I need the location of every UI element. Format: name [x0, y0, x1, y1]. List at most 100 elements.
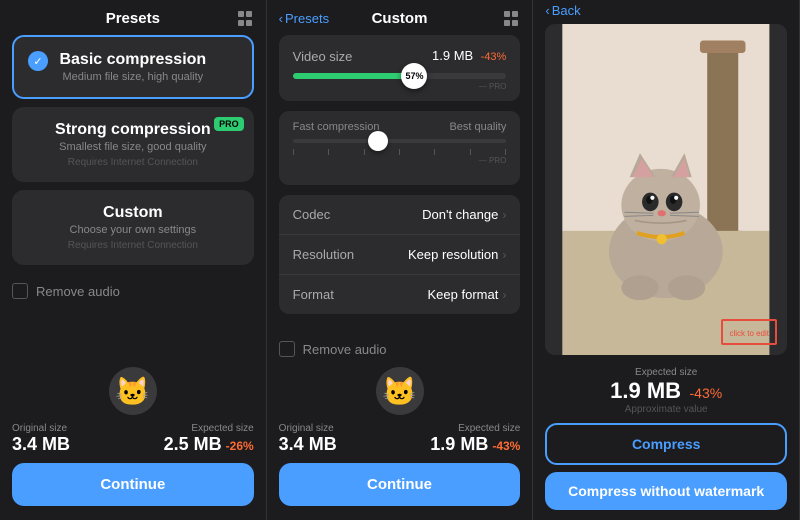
- back-btn-3[interactable]: ‹ Back: [545, 3, 580, 18]
- panel2-title: Custom: [372, 10, 428, 27]
- quality-slider-group: Fast compression Best quality — PRO: [279, 111, 521, 185]
- remove-audio-label-2: Remove audio: [303, 342, 387, 357]
- panel-custom: ‹ Presets Custom Video size 1.9 MB -43%: [267, 0, 534, 520]
- resolution-value: Keep resolution: [408, 247, 498, 262]
- video-size-value-group: 1.9 MB -43%: [432, 47, 506, 65]
- resolution-chevron-icon: ›: [502, 248, 506, 262]
- slider-thumb-label: 57%: [405, 71, 423, 81]
- strong-title: Strong compression: [28, 121, 238, 139]
- codec-resolution-format-group: Codec Don't change › Resolution Keep res…: [279, 195, 521, 314]
- original-value-2: 3.4 MB: [279, 434, 337, 455]
- custom-title: Custom: [28, 204, 238, 222]
- avatar-1: 🐱: [109, 367, 157, 415]
- avatar-wrap-1: 🐱: [12, 367, 254, 415]
- custom-requires: Requires Internet Connection: [28, 240, 238, 251]
- codec-row[interactable]: Codec Don't change ›: [279, 195, 521, 235]
- video-size-group: Video size 1.9 MB -43% 57% — PRO: [279, 35, 521, 101]
- pro-badge: PRO: [214, 117, 244, 131]
- expected-label-3: Expected size: [545, 367, 787, 378]
- strong-requires: Requires Internet Connection: [28, 157, 238, 168]
- expected-size-section: Expected size 1.9 MB -43% Approximate va…: [545, 361, 787, 423]
- size-row-2: Original size 3.4 MB Expected size 1.9 M…: [279, 423, 521, 455]
- basic-subtitle: Medium file size, high quality: [30, 71, 236, 83]
- expected-label-1: Expected size: [164, 423, 254, 434]
- panel1-header: Presets: [12, 0, 254, 35]
- codec-label: Codec: [293, 207, 331, 222]
- remove-audio-checkbox-1[interactable]: [12, 283, 28, 299]
- preview-image-wrap: click to edit: [545, 24, 787, 355]
- remove-audio-checkbox-2[interactable]: [279, 341, 295, 357]
- codec-chevron-icon: ›: [502, 208, 506, 222]
- original-value-1: 3.4 MB: [12, 434, 70, 455]
- format-value: Keep format: [428, 287, 499, 302]
- quality-label-left: Fast compression: [293, 121, 380, 133]
- format-row[interactable]: Format Keep format ›: [279, 275, 521, 314]
- quality-label-right: Best quality: [449, 121, 506, 133]
- grid-icon-2[interactable]: [504, 11, 520, 27]
- expected-size-group-1: Expected size 2.5 MB-26%: [164, 423, 254, 455]
- custom-subtitle: Choose your own settings: [28, 224, 238, 236]
- remove-audio-label-1: Remove audio: [36, 284, 120, 299]
- original-size-group-1: Original size 3.4 MB: [12, 423, 70, 455]
- strong-compression-card[interactable]: PRO Strong compression Smallest file siz…: [12, 107, 254, 182]
- expected-change-3: -43%: [690, 385, 723, 401]
- grid-icon-1[interactable]: [238, 11, 254, 27]
- quality-track: [293, 139, 507, 143]
- video-size-value: 1.9 MB: [432, 48, 473, 63]
- basic-compression-card[interactable]: Basic compression Medium file size, high…: [12, 35, 254, 99]
- expected-value-3: 1.9 MB: [610, 378, 681, 403]
- pro-marker-1: — PRO: [479, 82, 507, 91]
- custom-card[interactable]: Custom Choose your own settings Requires…: [12, 190, 254, 265]
- continue-btn-2[interactable]: Continue: [279, 463, 521, 506]
- cat-emoji-2: 🐱: [382, 375, 417, 408]
- resolution-value-group: Keep resolution ›: [408, 247, 506, 262]
- video-size-row: Video size 1.9 MB -43% 57% — PRO: [279, 35, 521, 101]
- panel1-title: Presets: [106, 10, 160, 27]
- pro-marker-2: — PRO: [479, 156, 507, 165]
- basic-title: Basic compression: [30, 51, 236, 69]
- quality-labels: Fast compression Best quality: [293, 121, 507, 133]
- compress-button[interactable]: Compress: [545, 423, 787, 465]
- panel2-header: ‹ Presets Custom: [279, 0, 521, 35]
- original-label-2: Original size: [279, 423, 337, 434]
- expected-value-1: 2.5 MB-26%: [164, 434, 254, 455]
- avatar-wrap-2: 🐱: [279, 367, 521, 415]
- expected-value-2: 1.9 MB-43%: [430, 434, 520, 455]
- remove-audio-row-1: Remove audio: [12, 273, 254, 309]
- quality-thumb[interactable]: [368, 131, 388, 151]
- remove-audio-row-2: Remove audio: [279, 331, 521, 367]
- resolution-label: Resolution: [293, 247, 354, 262]
- resolution-row[interactable]: Resolution Keep resolution ›: [279, 235, 521, 275]
- expected-change-1: -26%: [226, 439, 254, 453]
- compress-no-watermark-button[interactable]: Compress without watermark: [545, 472, 787, 510]
- approx-label: Approximate value: [545, 404, 787, 415]
- quality-slider-section: Fast compression Best quality — PRO: [279, 111, 521, 185]
- quality-ticks: [293, 149, 507, 155]
- video-size-slider-thumb[interactable]: 57%: [401, 63, 427, 89]
- original-label-1: Original size: [12, 423, 70, 434]
- panel-presets: Presets Basic compression Medium file si…: [0, 0, 267, 520]
- image-label-box: click to edit: [721, 319, 777, 345]
- video-size-change: -43%: [481, 51, 507, 63]
- size-row-1: Original size 3.4 MB Expected size 2.5 M…: [12, 423, 254, 455]
- settings-section: Video size 1.9 MB -43% 57% — PRO: [279, 35, 521, 331]
- panel2-bottom: 🐱 Original size 3.4 MB Expected size 1.9…: [279, 367, 521, 520]
- original-size-group-2: Original size 3.4 MB: [279, 423, 337, 455]
- codec-value: Don't change: [422, 207, 498, 222]
- chevron-left-icon-2: ‹: [279, 11, 283, 26]
- format-label: Format: [293, 287, 334, 302]
- video-size-slider-track: 57%: [293, 73, 507, 79]
- cat-emoji-1: 🐱: [115, 375, 150, 408]
- codec-value-group: Don't change ›: [422, 207, 506, 222]
- panel1-bottom: 🐱 Original size 3.4 MB Expected size 2.5…: [12, 367, 254, 520]
- expected-size-group-2: Expected size 1.9 MB-43%: [430, 423, 520, 455]
- continue-btn-1[interactable]: Continue: [12, 463, 254, 506]
- back-btn-2[interactable]: ‹ Presets: [279, 11, 329, 26]
- back-label-3: Back: [552, 3, 581, 18]
- panel3-header: ‹ Back: [545, 0, 787, 18]
- expected-change-2: -43%: [492, 439, 520, 453]
- chevron-left-icon-3: ‹: [545, 3, 549, 18]
- video-size-label: Video size: [293, 49, 353, 64]
- selected-check: [28, 51, 48, 71]
- expected-value-group-3: 1.9 MB -43%: [545, 378, 787, 404]
